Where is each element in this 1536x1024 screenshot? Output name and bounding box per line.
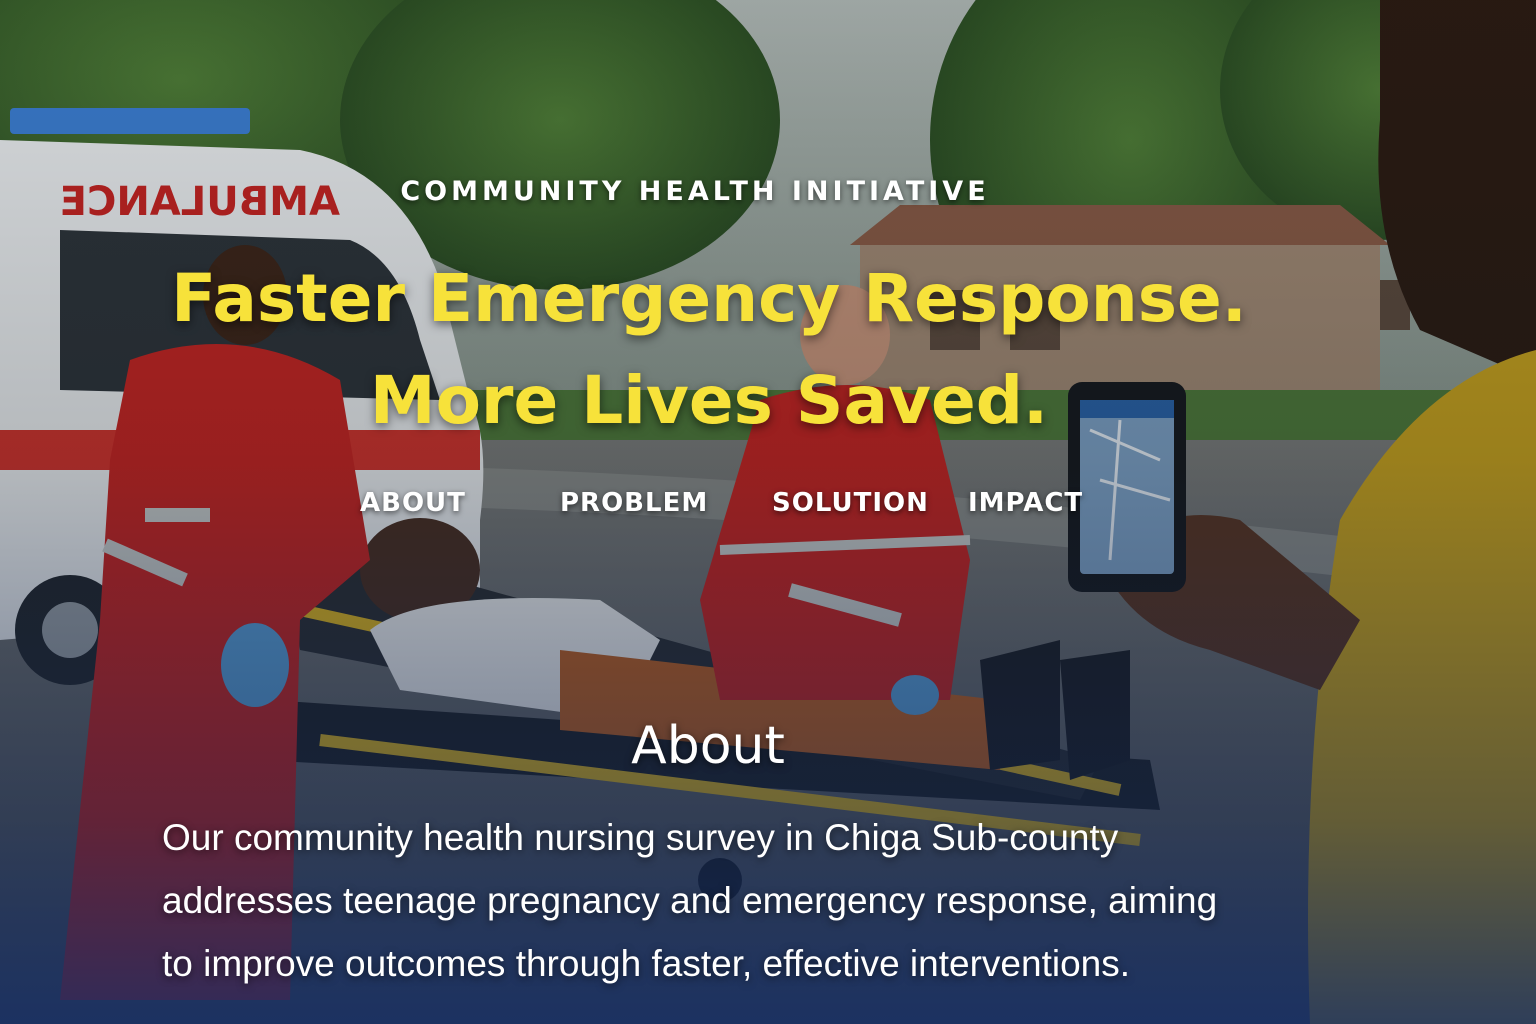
about-paragraph: Our community health nursing survey in C…	[162, 817, 1218, 984]
headline-line-1: Faster Emergency Response.	[171, 260, 1247, 337]
hero-headline: Faster Emergency Response. More Lives Sa…	[0, 248, 1418, 452]
hero-section: AMBULANCE	[0, 0, 1536, 1024]
nav-link-problem[interactable]: PROBLEM	[560, 488, 708, 518]
nav-link-solution[interactable]: SOLUTION	[772, 488, 929, 518]
headline-line-2: More Lives Saved.	[369, 362, 1049, 439]
about-heading: About	[631, 716, 785, 776]
nav-link-impact[interactable]: IMPACT	[968, 488, 1083, 518]
eyebrow-label: COMMUNITY HEALTH INITIATIVE	[400, 176, 990, 207]
main-nav: ABOUT PROBLEM SOLUTION IMPACT	[0, 488, 1536, 528]
hero-content: COMMUNITY HEALTH INITIATIVE Faster Emerg…	[0, 0, 1536, 1024]
nav-link-about[interactable]: ABOUT	[360, 488, 466, 518]
